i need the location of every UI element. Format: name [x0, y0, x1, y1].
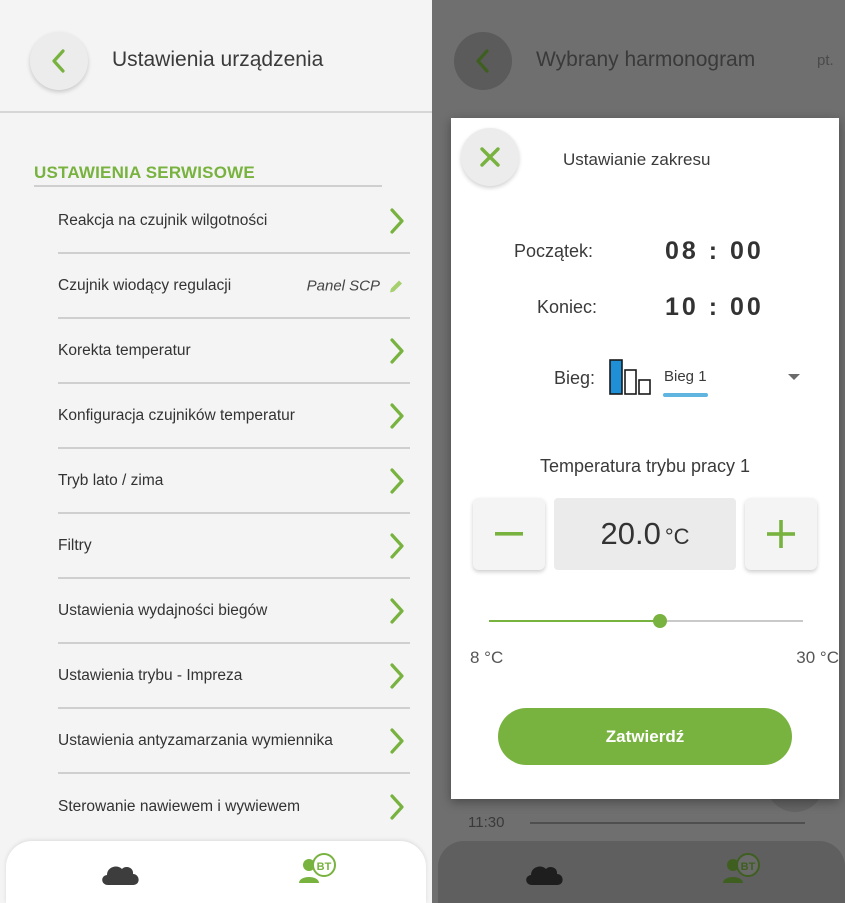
- chevron-left-icon: [476, 49, 489, 73]
- menu-item-label: Ustawienia trybu - Impreza: [58, 667, 243, 684]
- background-day: pt.: [817, 52, 834, 69]
- slider-max-label: 30 °C: [796, 648, 839, 667]
- chevron-right-icon: [390, 663, 404, 689]
- bluetooth-user-icon: BT: [723, 853, 760, 883]
- temperature-title: Temperatura trybu pracy 1: [539, 456, 751, 476]
- lead-sensor-value-text: Panel SCP: [306, 277, 380, 295]
- menu-item-antifreeze[interactable]: Ustawienia antyzamarzania wymiennika: [58, 710, 410, 774]
- chevron-right-icon: [390, 403, 404, 429]
- back-button[interactable]: [30, 32, 88, 90]
- gear-level-icon: [609, 359, 651, 395]
- dropdown-arrow-icon[interactable]: [788, 374, 800, 380]
- menu-item-temperature-correction[interactable]: Korekta temperatur: [58, 320, 410, 384]
- menu-item-label: Korekta temperatur: [58, 342, 191, 359]
- gear-select-underline: [663, 393, 708, 397]
- close-button[interactable]: [461, 128, 519, 186]
- range-dialog: Ustawianie zakresu Początek: 08 : 00 Kon…: [451, 118, 839, 799]
- dialog-title: Ustawianie zakresu: [563, 150, 711, 169]
- device-settings-panel: Ustawienia urządzenia USTAWIENIA SERWISO…: [0, 0, 432, 903]
- background-back-button: [454, 32, 512, 90]
- menu-item-filters[interactable]: Filtry: [58, 515, 410, 579]
- slider-thumb[interactable]: [653, 614, 668, 628]
- temperature-display: 20.0 °C: [554, 498, 736, 570]
- plus-icon: [767, 520, 795, 548]
- menu-item-humidity-sensor[interactable]: Reakcja na czujnik wilgotności: [58, 190, 410, 254]
- page-title: Ustawienia urządzenia: [112, 48, 324, 71]
- cloud-icon[interactable]: [98, 861, 142, 887]
- section-divider: [34, 185, 382, 187]
- bluetooth-user-icon[interactable]: BT: [298, 851, 338, 887]
- menu-item-label: Czujnik wiodący regulacji: [58, 277, 232, 294]
- chevron-right-icon: [390, 794, 404, 820]
- menu-item-label: Filtry: [58, 537, 92, 554]
- cloud-icon: [526, 866, 563, 885]
- temperature-unit: °C: [664, 524, 690, 549]
- background-title: Wybrany harmonogram: [536, 48, 756, 71]
- menu-item-label: Konfiguracja czujników temperatur: [58, 407, 295, 424]
- temperature-value: 20.0: [600, 516, 661, 551]
- close-icon: [480, 147, 500, 167]
- menu-item-label: Tryb lato / zima: [58, 472, 164, 489]
- chevron-right-icon: [390, 338, 404, 364]
- chevron-right-icon: [390, 208, 404, 234]
- menu-item-label: Sterowanie nawiewem i wywiewem: [58, 798, 301, 815]
- chevron-left-icon: [52, 49, 65, 73]
- chevron-right-icon: [390, 533, 404, 559]
- end-time[interactable]: 10 : 00: [665, 293, 764, 322]
- bottom-navigation-dimmed: BT: [438, 841, 845, 903]
- bottom-navigation: BT: [6, 841, 426, 903]
- menu-item-gear-capacity[interactable]: Ustawienia wydajności biegów: [58, 580, 410, 644]
- end-label: Koniec:: [537, 297, 598, 317]
- menu-item-supply-exhaust[interactable]: Sterowanie nawiewem i wywiewem: [58, 775, 410, 839]
- bt-label: BT: [741, 861, 756, 873]
- menu-item-lead-sensor[interactable]: Czujnik wiodący regulacji Panel SCP: [58, 255, 410, 319]
- minus-icon: [495, 532, 523, 536]
- chevron-right-icon: [390, 598, 404, 624]
- gear-select[interactable]: Bieg 1: [664, 368, 707, 385]
- temperature-slider[interactable]: [489, 614, 803, 628]
- background-time-line: [530, 822, 805, 824]
- background-time-label: 11:30: [468, 814, 505, 831]
- chevron-right-icon: [390, 468, 404, 494]
- start-label: Początek:: [514, 241, 594, 261]
- gear-label: Bieg:: [554, 368, 596, 388]
- schedule-panel-overlay: Wybrany harmonogram pt. 11:30 BT Ustawia…: [432, 0, 845, 903]
- menu-item-label: Reakcja na czujnik wilgotności: [58, 212, 268, 229]
- menu-item-temperature-sensors-config[interactable]: Konfiguracja czujników temperatur: [58, 385, 410, 449]
- bt-label: BT: [317, 861, 332, 873]
- slider-fill: [489, 620, 661, 622]
- screen: Ustawienia urządzenia USTAWIENIA SERWISO…: [0, 0, 845, 903]
- menu-item-party-mode[interactable]: Ustawienia trybu - Impreza: [58, 645, 410, 709]
- menu-item-label: Ustawienia wydajności biegów: [58, 602, 268, 619]
- increase-button[interactable]: [745, 498, 817, 570]
- decrease-button[interactable]: [473, 498, 545, 570]
- chevron-right-icon: [390, 728, 404, 754]
- section-title: USTAWIENIA SERWISOWE: [34, 163, 255, 182]
- lead-sensor-value: Panel SCP: [307, 278, 404, 295]
- start-time[interactable]: 08 : 00: [665, 237, 764, 266]
- confirm-button[interactable]: Zatwierdź: [498, 708, 792, 765]
- menu-item-label: Ustawienia antyzamarzania wymiennika: [58, 732, 333, 749]
- menu-item-summer-winter[interactable]: Tryb lato / zima: [58, 450, 410, 514]
- slider-min-label: 8 °C: [470, 648, 504, 667]
- pencil-icon[interactable]: [388, 278, 404, 294]
- header: Ustawienia urządzenia: [0, 0, 432, 113]
